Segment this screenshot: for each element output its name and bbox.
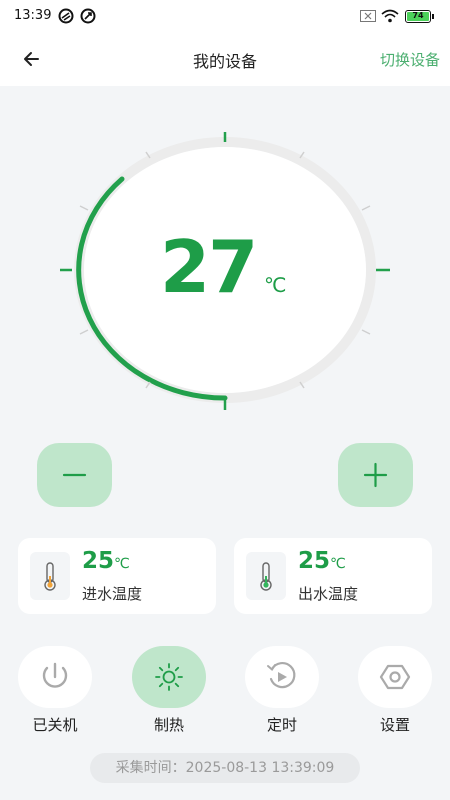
- status-bar: 13:39 74: [0, 0, 450, 32]
- plus-icon: [363, 462, 388, 488]
- minus-icon: [62, 473, 87, 477]
- outlet-temperature-card: 25℃ 出水温度: [234, 538, 432, 614]
- decrease-button[interactable]: [37, 443, 112, 507]
- timer-icon: [267, 662, 296, 689]
- sun-icon: [155, 663, 183, 691]
- heating-button[interactable]: [132, 646, 206, 708]
- status-time: 13:39: [14, 8, 52, 23]
- header: 我的设备 切换设备: [0, 32, 450, 86]
- heating-label: 制热: [153, 716, 184, 734]
- settings-button[interactable]: [358, 646, 432, 708]
- increase-button[interactable]: [338, 443, 413, 507]
- notification-icon: [58, 8, 74, 24]
- battery-tip: [432, 14, 434, 19]
- settings-label: 设置: [379, 716, 410, 734]
- settings-icon: [379, 664, 411, 690]
- temperature-unit: ℃: [264, 273, 287, 297]
- switch-device-button[interactable]: 切换设备: [380, 49, 440, 70]
- thermometer-icon: [30, 552, 70, 600]
- power-icon: [42, 662, 68, 688]
- timer-button[interactable]: [245, 646, 319, 708]
- close-box-icon: [360, 10, 376, 22]
- notification-icon: [80, 8, 96, 24]
- inlet-temperature-label: 进水温度: [82, 585, 143, 603]
- collect-time: 采集时间：2025-08-13 13:39:09: [90, 753, 360, 783]
- outlet-temperature-label: 出水温度: [298, 585, 359, 603]
- outlet-temperature-value: 25℃: [298, 548, 346, 574]
- battery-icon: 74: [405, 10, 431, 23]
- temperature-value: 27: [160, 225, 258, 309]
- inlet-temperature-value: 25℃: [82, 548, 130, 574]
- power-label: 已关机: [32, 716, 78, 734]
- inlet-temperature-card: 25℃ 进水温度: [18, 538, 216, 614]
- power-button[interactable]: [18, 646, 92, 708]
- battery-level: 74: [412, 11, 424, 20]
- wifi-icon: [381, 9, 399, 23]
- timer-label: 定时: [266, 716, 297, 734]
- thermometer-icon: [246, 552, 286, 600]
